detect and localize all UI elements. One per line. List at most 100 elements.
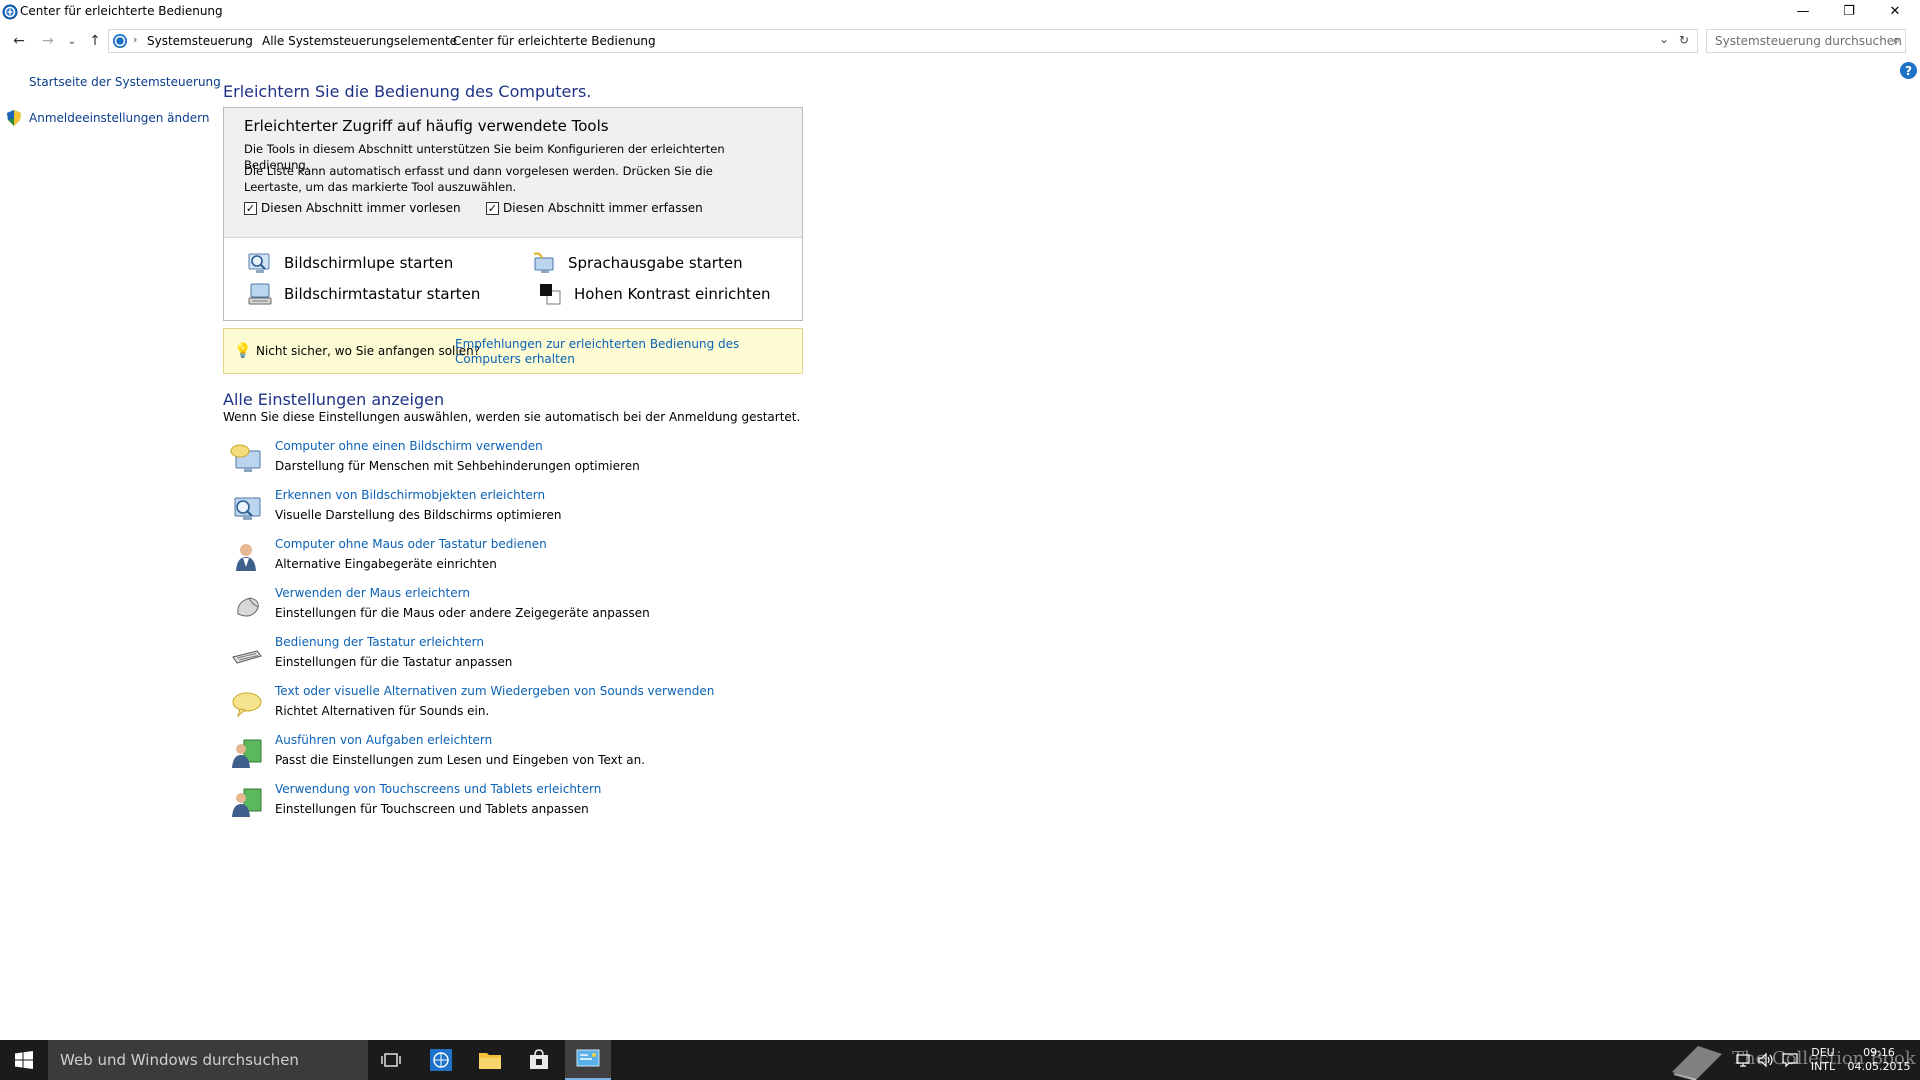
tip-question: Nicht sicher, wo Sie anfangen sollen?	[256, 344, 481, 358]
taskbar-search-input[interactable]: Web und Windows durchsuchen	[48, 1040, 368, 1080]
item-link[interactable]: Ausführen von Aufgaben erleichtern	[275, 733, 492, 747]
item-description: Visuelle Darstellung des Bildschirms opt…	[275, 508, 562, 522]
refresh-icon[interactable]: ↻	[1679, 33, 1689, 47]
help-icon[interactable]: ?	[1900, 62, 1917, 79]
network-icon[interactable]	[1735, 1052, 1751, 1068]
high-contrast-icon	[540, 284, 561, 305]
start-magnifier-button[interactable]: Bildschirmlupe starten	[248, 252, 453, 274]
item-link[interactable]: Verwendung von Touchscreens und Tablets …	[275, 782, 601, 796]
keyboard-layout: INTL	[1810, 1060, 1836, 1073]
user-tablet-icon	[232, 788, 262, 817]
breadcrumb-separator: ›	[440, 33, 445, 46]
monitor-narrator-icon	[230, 444, 261, 472]
title-bar: Center für erleichterte Bedienung — ❐ ✕	[0, 0, 1920, 24]
taskbar-browser-button[interactable]	[418, 1040, 464, 1080]
start-button[interactable]	[0, 1040, 48, 1080]
back-button[interactable]: ←	[10, 32, 28, 50]
list-item: Erkennen von Bildschirmobjekten erleicht…	[230, 488, 830, 528]
list-item: Verwenden der Maus erleichtern Einstellu…	[230, 586, 830, 626]
up-button[interactable]: ↑	[86, 32, 104, 50]
all-settings-heading: Alle Einstellungen anzeigen	[223, 390, 445, 409]
setup-high-contrast-button[interactable]: Hohen Kontrast einrichten	[538, 283, 771, 305]
list-item: Ausführen von Aufgaben erleichtern Passt…	[230, 733, 830, 773]
start-on-screen-keyboard-button[interactable]: Bildschirmtastatur starten	[248, 283, 480, 305]
item-link[interactable]: Erkennen von Bildschirmobjekten erleicht…	[275, 488, 545, 502]
forward-button[interactable]: →	[39, 32, 57, 50]
item-description: Einstellungen für Touchscreen und Tablet…	[275, 802, 589, 816]
list-item: Computer ohne einen Bildschirm verwenden…	[230, 439, 830, 479]
control-panel-icon	[576, 1049, 600, 1067]
taskbar-store-button[interactable]	[516, 1040, 562, 1080]
all-settings-description: Wenn Sie diese Einstellungen auswählen, …	[223, 410, 801, 424]
tip-box: 💡 Nicht sicher, wo Sie anfangen sollen? …	[223, 328, 803, 374]
recent-locations-button[interactable]: ⌄	[63, 32, 81, 50]
internet-explorer-icon	[430, 1049, 452, 1071]
task-view-button[interactable]	[368, 1040, 414, 1080]
address-bar[interactable]: › Systemsteuerung › Alle Systemsteuerung…	[108, 29, 1698, 53]
search-placeholder: Systemsteuerung durchsuchen	[1715, 34, 1902, 48]
mouse-icon	[237, 597, 259, 617]
folder-icon	[479, 1053, 501, 1069]
item-description: Einstellungen für die Maus oder andere Z…	[275, 606, 650, 620]
start-narrator-button[interactable]: Sprachausgabe starten	[532, 252, 743, 274]
item-link[interactable]: Computer ohne einen Bildschirm verwenden	[275, 439, 543, 453]
keyboard-icon	[232, 650, 262, 664]
taskbar-explorer-button[interactable]	[467, 1040, 513, 1080]
address-dropdown-icon[interactable]: ⌄	[1659, 32, 1669, 46]
breadcrumb-separator: ›	[133, 33, 138, 46]
recommendations-link[interactable]: Empfehlungen zur erleichterten Bedienung…	[455, 337, 785, 367]
breadcrumb-systemsteuerung[interactable]: Systemsteuerung	[147, 34, 253, 48]
clock[interactable]: 09:16 04.05.2015	[1846, 1046, 1912, 1074]
magnifier-icon	[248, 253, 270, 273]
action-center-icon[interactable]	[1782, 1052, 1798, 1068]
user-task-icon	[232, 739, 262, 768]
quick-tools-panel: Erleichterter Zugriff auf häufig verwend…	[223, 107, 803, 321]
checkbox-box[interactable]: ✓	[486, 201, 499, 215]
input-language-indicator[interactable]: DEU INTL	[1806, 1046, 1840, 1074]
search-icon[interactable]: ⌕	[1893, 33, 1900, 48]
shield-icon	[7, 110, 21, 126]
breadcrumb-separator: ›	[239, 33, 244, 46]
start-narrator-label: Sprachausgabe starten	[568, 254, 743, 272]
start-magnifier-label: Bildschirmlupe starten	[284, 254, 454, 272]
volume-icon[interactable]	[1757, 1052, 1775, 1068]
restore-button[interactable]: ❐	[1826, 0, 1872, 22]
item-link[interactable]: Bedienung der Tastatur erleichtern	[275, 635, 484, 649]
item-description: Alternative Eingabegeräte einrichten	[275, 557, 497, 571]
taskbar: Web und Windows durchsuchen The Collecti…	[0, 1040, 1920, 1080]
breadcrumb-current[interactable]: Center für erleichterte Bedienung	[453, 34, 656, 48]
item-link[interactable]: Text oder visuelle Alternativen zum Wied…	[275, 684, 714, 698]
ease-of-access-icon	[2, 4, 18, 20]
minimize-button[interactable]: —	[1780, 0, 1826, 22]
monitor-magnifier-icon	[234, 497, 261, 520]
window-title: Center für erleichterte Bedienung	[20, 4, 223, 18]
taskbar-search-placeholder: Web und Windows durchsuchen	[60, 1051, 299, 1069]
item-link[interactable]: Verwenden der Maus erleichtern	[275, 586, 470, 600]
task-view-icon	[381, 1053, 401, 1067]
sidebar-link-home[interactable]: Startseite der Systemsteuerung	[29, 75, 221, 89]
clock-time: 09:16	[1863, 1046, 1895, 1059]
language-code: DEU	[1811, 1046, 1835, 1059]
list-item: Verwendung von Touchscreens und Tablets …	[230, 782, 830, 822]
item-link[interactable]: Computer ohne Maus oder Tastatur bediene…	[275, 537, 547, 551]
quick-tools-hint: Die Liste kann automatisch erfasst und d…	[244, 164, 713, 194]
item-description: Darstellung für Menschen mit Sehbehinder…	[275, 459, 640, 473]
setup-high-contrast-label: Hohen Kontrast einrichten	[574, 285, 771, 303]
user-icon	[236, 544, 256, 571]
windows-logo-icon	[15, 1051, 33, 1069]
checkbox-box[interactable]: ✓	[244, 201, 257, 215]
store-icon	[530, 1049, 548, 1069]
lightbulb-icon: 💡	[234, 343, 252, 359]
page-title: Erleichtern Sie die Bedienung des Comput…	[223, 82, 592, 101]
checkbox-always-read[interactable]: ✓ Diesen Abschnitt immer vorlesen	[244, 201, 461, 215]
item-description: Richtet Alternativen für Sounds ein.	[275, 704, 490, 718]
breadcrumb-alle-elemente[interactable]: Alle Systemsteuerungselemente	[262, 34, 457, 48]
quick-tools-title: Erleichterter Zugriff auf häufig verwend…	[244, 117, 609, 135]
checkbox-always-scan[interactable]: ✓ Diesen Abschnitt immer erfassen	[486, 201, 703, 215]
narrator-icon	[533, 252, 554, 273]
search-input[interactable]: Systemsteuerung durchsuchen ⌕	[1706, 29, 1906, 53]
taskbar-control-panel-button[interactable]	[565, 1040, 611, 1080]
close-button[interactable]: ✕	[1872, 0, 1918, 22]
sidebar-link-signin[interactable]: Anmeldeeinstellungen ändern	[29, 111, 209, 125]
start-on-screen-keyboard-label: Bildschirmtastatur starten	[284, 285, 481, 303]
